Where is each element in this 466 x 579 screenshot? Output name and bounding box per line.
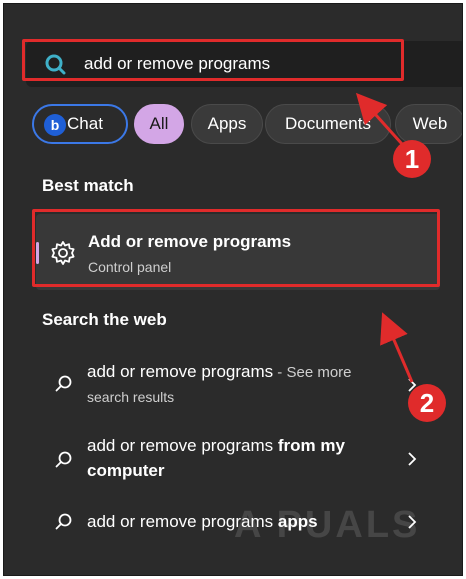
annotation-badge-2: 2: [408, 384, 446, 422]
annotation-badge-1: 1: [393, 140, 431, 178]
search-icon: [55, 451, 72, 468]
chip-documents-label: Documents: [285, 114, 371, 133]
best-match-heading: Best match: [42, 176, 134, 195]
best-match-highlight-box: [32, 209, 440, 287]
web-result-2[interactable]: add or remove programs from my computer: [36, 428, 440, 494]
web-result-2-line2: computer: [87, 461, 164, 481]
web-result-2-bold-2: computer: [87, 461, 165, 480]
filter-chips: b Chat All Apps Documents Web: [28, 104, 462, 146]
web-result-1-query: add or remove programs: [87, 362, 274, 381]
web-result-1-suffix: - See more: [273, 364, 352, 381]
web-result-2-text: add or remove programs from my: [87, 436, 345, 456]
chip-web-label: Web: [412, 114, 448, 133]
chip-apps-label: Apps: [207, 114, 247, 133]
chevron-right-icon: [408, 452, 417, 466]
chip-apps[interactable]: Apps: [191, 104, 263, 144]
web-result-2-query: add or remove programs: [87, 436, 278, 455]
search-icon: [55, 375, 72, 392]
web-result-1[interactable]: add or remove programs - See more search…: [36, 352, 440, 418]
chip-all[interactable]: All: [134, 104, 184, 144]
web-result-1-sub: search results: [87, 389, 175, 405]
web-result-1-text: add or remove programs - See more: [87, 362, 352, 382]
chip-chat-label: Chat: [67, 114, 103, 133]
search-web-heading: Search the web: [42, 310, 167, 329]
web-result-2-bold: from my: [277, 436, 345, 455]
chip-documents[interactable]: Documents: [265, 104, 391, 144]
chip-all-label: All: [149, 114, 169, 133]
bing-chat-icon: b: [44, 114, 66, 136]
chip-web[interactable]: Web: [395, 104, 462, 144]
chip-chat[interactable]: b Chat: [32, 104, 128, 144]
watermark-text: A PUALS: [234, 504, 421, 546]
search-icon: [55, 513, 72, 530]
search-panel: add or remove programs b Chat All Apps D…: [3, 3, 463, 576]
search-highlight-box: [22, 39, 404, 81]
